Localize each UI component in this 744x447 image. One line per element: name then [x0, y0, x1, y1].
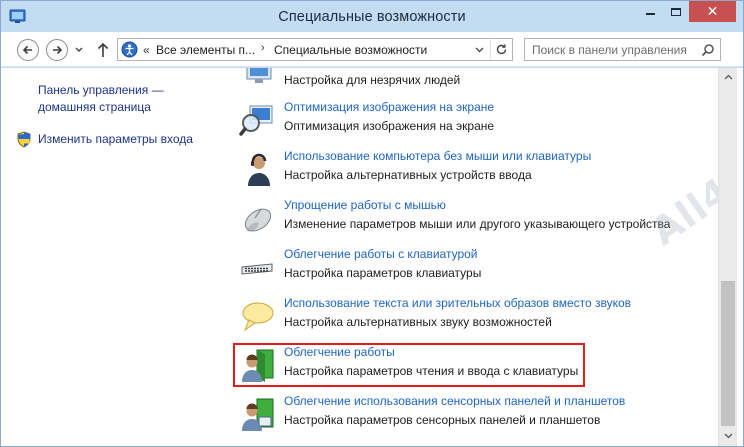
- control-panel-home-link[interactable]: Панель управления — домашняя страница: [38, 82, 208, 116]
- address-dropdown-button[interactable]: [471, 39, 487, 60]
- item-description: Настройка альтернативных устройств ввода: [284, 168, 532, 182]
- content-area: Панель управления — домашняя страница Из…: [1, 68, 743, 446]
- arrow-left-icon: [22, 45, 32, 55]
- close-icon: ✕: [706, 3, 719, 20]
- item-title-link[interactable]: Облегчение использования сенсорных панел…: [284, 394, 625, 408]
- search-icon[interactable]: [701, 43, 715, 57]
- chevron-down-icon: [724, 433, 733, 438]
- search-input[interactable]: Поиск в панели управления: [532, 43, 687, 57]
- magnifier-monitor-icon: [239, 105, 273, 136]
- item-title-link[interactable]: Использование компьютера без мыши или кл…: [284, 149, 591, 163]
- item-description: Настройка параметров сенсорных панелей и…: [284, 413, 601, 427]
- list-item[interactable]: Облегчение работы с клавиатурой Настройк…: [233, 247, 718, 291]
- maximize-button[interactable]: [663, 1, 689, 22]
- vertical-scrollbar[interactable]: [718, 68, 737, 446]
- title-bar[interactable]: Специальные возможности ✕: [1, 1, 743, 32]
- breadcrumb-overflow[interactable]: «: [143, 43, 150, 57]
- user-tablet-icon: [242, 398, 274, 431]
- item-description: Настройка параметров клавиатуры: [284, 266, 482, 280]
- back-button[interactable]: [17, 39, 39, 61]
- up-arrow-icon[interactable]: [96, 41, 110, 59]
- scrollbar-thumb[interactable]: [721, 281, 735, 426]
- arrow-right-icon: [53, 45, 63, 55]
- breadcrumb-separator[interactable]: ›: [261, 42, 265, 54]
- forward-button[interactable]: [46, 39, 68, 61]
- mouse-icon: [244, 208, 272, 232]
- window-title: Специальные возможности: [278, 9, 466, 25]
- item-title-link[interactable]: Облегчение работы с клавиатурой: [284, 247, 478, 261]
- item-description: Настройка альтернативных звуку возможнос…: [284, 315, 552, 329]
- speech-bubble-icon: [242, 302, 274, 332]
- left-pane: Панель управления — домашняя страница Из…: [1, 68, 233, 446]
- list-item[interactable]: Использование текста или зрительных обра…: [233, 296, 718, 340]
- item-title-link[interactable]: Упрощение работы с мышью: [284, 198, 446, 212]
- minimize-icon: [645, 13, 655, 15]
- recent-locations-chevron-icon[interactable]: [74, 43, 84, 57]
- window: Специальные возможности ✕ « Все элементы…: [0, 0, 744, 447]
- breadcrumb-all-items[interactable]: Все элементы п...: [156, 43, 255, 57]
- monitor-icon: [246, 68, 272, 83]
- navigation-bar: « Все элементы п... › Специальные возмож…: [1, 32, 743, 67]
- keyboard-icon: [241, 263, 273, 275]
- scroll-up-button[interactable]: [719, 68, 738, 85]
- person-headset-icon: [248, 153, 270, 186]
- item-description: Изменение параметров мыши или другого ук…: [284, 217, 671, 231]
- breadcrumb-accessibility[interactable]: Специальные возможности: [274, 43, 427, 57]
- list-item[interactable]: Облегчение использования сенсорных панел…: [233, 394, 718, 438]
- list-item[interactable]: Использование компьютера без мыши или кл…: [233, 149, 718, 193]
- main-pane: Настройка для незрячих людей Оптимизация…: [233, 68, 718, 446]
- shield-icon: [17, 131, 31, 148]
- item-description: Настройка для незрячих людей: [284, 73, 461, 87]
- chevron-down-icon: [475, 47, 483, 52]
- scroll-down-button[interactable]: [719, 427, 738, 444]
- control-panel-icon: [121, 41, 138, 58]
- item-description: Оптимизация изображения на экране: [284, 119, 495, 133]
- list-item[interactable]: Оптимизация изображения на экране Оптими…: [233, 100, 718, 144]
- close-button[interactable]: ✕: [689, 1, 736, 22]
- list-item[interactable]: Настройка для незрячих людей: [233, 68, 718, 98]
- chevron-up-icon: [724, 74, 733, 79]
- refresh-icon: [496, 44, 507, 55]
- change-signin-settings-link[interactable]: Изменить параметры входа: [38, 132, 193, 146]
- address-bar[interactable]: « Все элементы п... › Специальные возмож…: [117, 38, 513, 61]
- search-box[interactable]: Поиск в панели управления: [524, 38, 721, 61]
- maximize-icon: [671, 7, 681, 16]
- highlight-rectangle: [233, 343, 585, 387]
- list-item[interactable]: Упрощение работы с мышью Изменение парам…: [233, 198, 718, 242]
- minimize-button[interactable]: [637, 1, 663, 22]
- item-title-link[interactable]: Использование текста или зрительных обра…: [284, 296, 631, 310]
- item-title-link[interactable]: Оптимизация изображения на экране: [284, 100, 494, 114]
- refresh-button[interactable]: [490, 39, 512, 60]
